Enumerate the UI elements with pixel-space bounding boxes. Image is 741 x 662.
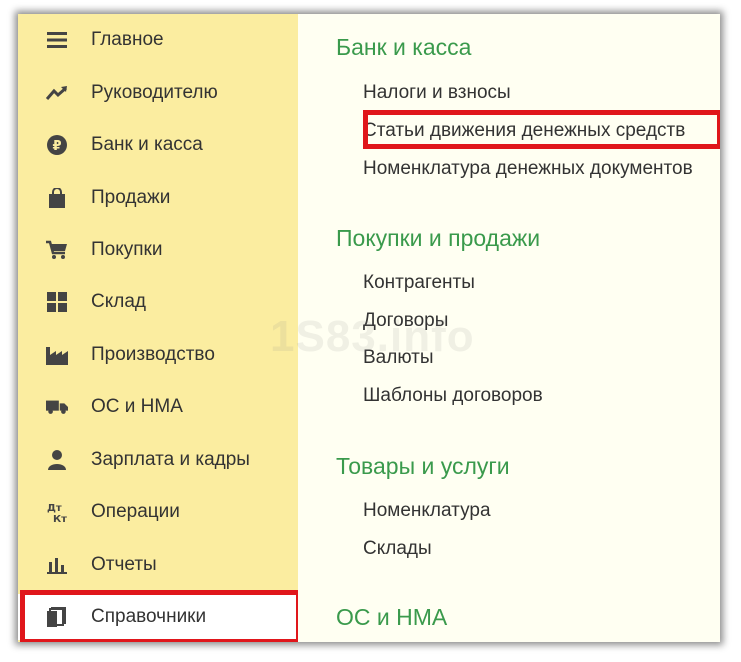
link-cash-flow-items[interactable]: Статьи движения денежных средств xyxy=(363,120,685,142)
sidebar-item-manager[interactable]: Руководителю xyxy=(18,70,298,116)
section-title-goods-services: Товары и услуги xyxy=(336,453,510,479)
section-title-purchases-sales: Покупки и продажи xyxy=(336,225,541,251)
menu-lines-icon xyxy=(46,29,68,51)
link-warehouses[interactable]: Склады xyxy=(363,538,432,560)
trend-up-icon xyxy=(46,82,68,104)
factory-icon xyxy=(46,344,68,366)
link-contract-templates[interactable]: Шаблоны договоров xyxy=(363,385,543,407)
sidebar-item-label: Руководителю xyxy=(91,82,218,103)
sidebar-item-label: Продажи xyxy=(91,187,171,208)
sidebar-item-reports[interactable]: Отчеты xyxy=(18,542,298,588)
books-icon xyxy=(46,606,68,628)
sidebar-item-references[interactable]: Справочники xyxy=(18,594,298,640)
link-contracts[interactable]: Договоры xyxy=(363,310,448,332)
sidebar-item-label: Операции xyxy=(91,501,180,522)
sidebar-item-label: Склад xyxy=(91,291,146,312)
sidebar-item-main[interactable]: Главное xyxy=(18,17,298,63)
sidebar-item-sales[interactable]: Продажи xyxy=(18,175,298,221)
shopping-cart-icon xyxy=(46,239,68,261)
sidebar-item-salary[interactable]: Зарплата и кадры xyxy=(18,437,298,483)
link-taxes[interactable]: Налоги и взносы xyxy=(363,82,511,104)
bar-chart-icon xyxy=(46,554,68,576)
sidebar-item-warehouse[interactable]: Склад xyxy=(18,279,298,325)
sidebar-item-label: Производство xyxy=(91,344,215,365)
debit-credit-icon: Дт Кт xyxy=(46,501,68,523)
link-nomenclature[interactable]: Номенклатура xyxy=(363,500,491,522)
sidebar-item-label: ОС и НМА xyxy=(91,396,183,417)
svg-text:Дт: Дт xyxy=(47,503,62,514)
svg-text:Кт: Кт xyxy=(53,514,67,523)
sidebar-item-label: Банк и касса xyxy=(91,134,203,155)
app-window: Главное Руководителю ₽ Банк и касса Прод… xyxy=(18,14,720,642)
sidebar-item-purchases[interactable]: Покупки xyxy=(18,227,298,273)
link-monetary-documents[interactable]: Номенклатура денежных документов xyxy=(363,158,693,180)
person-icon xyxy=(46,449,68,471)
sidebar-item-label: Покупки xyxy=(91,239,163,260)
link-currencies[interactable]: Валюты xyxy=(363,347,434,369)
sidebar-item-operations[interactable]: Дт Кт Операции xyxy=(18,489,298,535)
truck-icon xyxy=(46,396,68,418)
svg-text:₽: ₽ xyxy=(52,139,61,154)
section-title-assets: ОС и НМА xyxy=(336,604,448,630)
sidebar-item-label: Отчеты xyxy=(91,554,157,575)
warehouse-grid-icon xyxy=(46,291,68,313)
link-counterparties[interactable]: Контрагенты xyxy=(363,272,475,294)
section-title-bank: Банк и касса xyxy=(336,34,472,60)
sidebar-item-label: Главное xyxy=(91,29,164,50)
sidebar-item-label: Справочники xyxy=(91,606,207,627)
sidebar-item-label: Зарплата и кадры xyxy=(91,449,250,470)
sidebar-item-assets[interactable]: ОС и НМА xyxy=(18,384,298,430)
ruble-coin-icon: ₽ xyxy=(46,134,68,156)
sidebar: Главное Руководителю ₽ Банк и касса Прод… xyxy=(18,14,301,642)
sidebar-item-production[interactable]: Производство xyxy=(18,332,298,378)
shopping-bag-icon xyxy=(46,187,68,209)
sidebar-item-bank[interactable]: ₽ Банк и касса xyxy=(18,122,298,168)
content-panel: Банк и касса Налоги и взносы Статьи движ… xyxy=(298,14,720,642)
